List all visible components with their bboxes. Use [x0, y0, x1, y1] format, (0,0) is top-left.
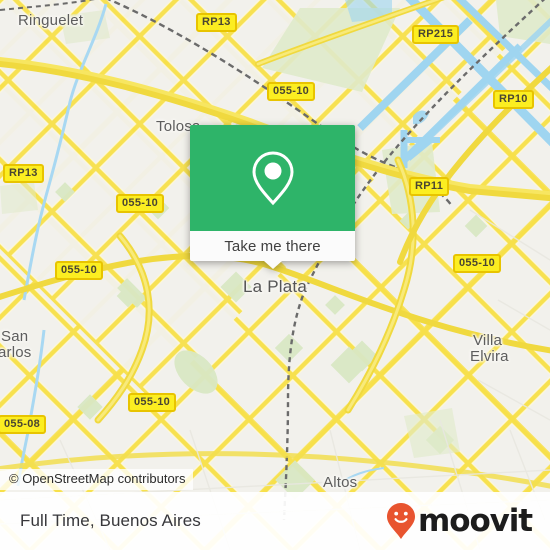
road-shield-05510-north[interactable]: 055-10 [267, 82, 316, 101]
take-me-there-label: Take me there [224, 237, 321, 255]
moovit-logo[interactable]: moovit [386, 502, 533, 540]
road-shield-05510-south[interactable]: 055-10 [128, 393, 177, 412]
road-shield-05510-left[interactable]: 055-10 [55, 261, 104, 280]
road-shield-rp10[interactable]: RP10 [493, 90, 534, 109]
map-screen: Ringuelet Tolosa La Plata San arlos Vill… [0, 0, 550, 550]
road-shield-05508[interactable]: 055-08 [0, 415, 47, 434]
location-title: Full Time, Buenos Aires [20, 511, 201, 530]
footer-bar: Full Time, Buenos Aires moovit [0, 492, 550, 550]
road-shield-05510-west[interactable]: 055-10 [116, 194, 165, 213]
road-shield-05510-right[interactable]: 055-10 [453, 254, 502, 273]
moovit-wordmark: moovit [418, 502, 533, 539]
road-shield-rp13-north[interactable]: RP13 [196, 13, 237, 32]
location-pin-icon [251, 151, 294, 206]
road-shield-rp215[interactable]: RP215 [412, 25, 460, 44]
location-popup[interactable]: Take me there [190, 125, 355, 269]
road-shield-rp11[interactable]: RP11 [409, 177, 450, 196]
map-attribution[interactable]: © OpenStreetMap contributors [0, 469, 193, 490]
road-shield-rp13-west[interactable]: RP13 [3, 164, 44, 183]
moovit-smiley-pin-icon [387, 503, 416, 539]
popup-tail [263, 261, 282, 269]
popup-image-panel [190, 125, 355, 231]
take-me-there-button[interactable]: Take me there [190, 231, 355, 269]
